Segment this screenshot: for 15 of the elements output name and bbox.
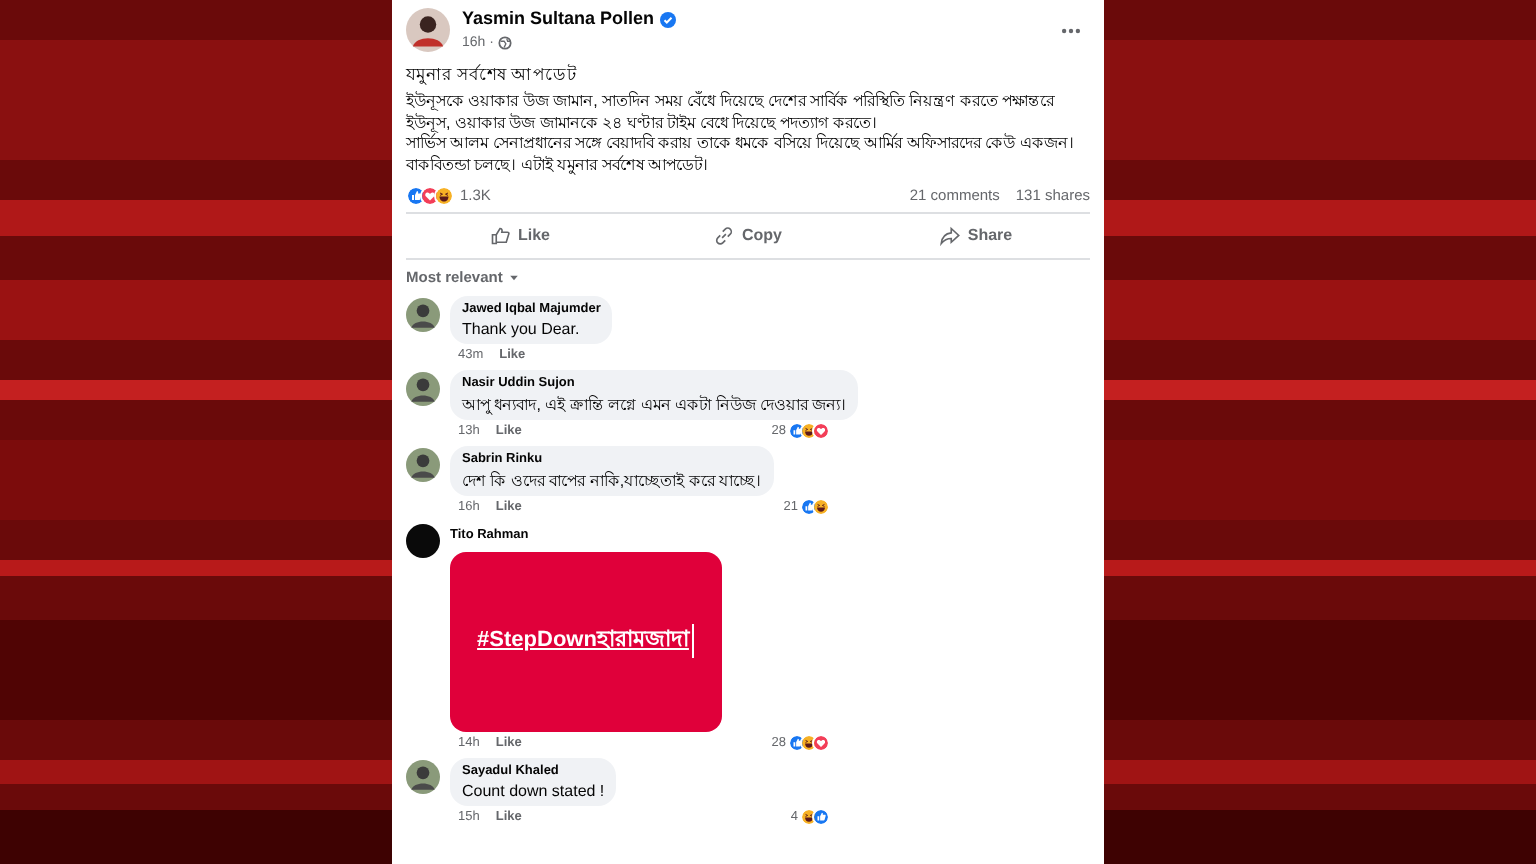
comment-text: দেশ কি ওদের বাপের নাকি,যাচ্ছেতাই করে যাচ্ছে। (462, 469, 762, 492)
comment-text: Count down stated ! (462, 780, 605, 803)
share-button[interactable]: Share (862, 218, 1090, 255)
like-button[interactable]: Like (406, 218, 634, 255)
copy-button[interactable]: Copy (634, 218, 862, 255)
comment-text: আপু ধন্যবাদ, এই ক্রান্তি লগ্নে এমন একটা নিউজ দেওয়ার জন্য। (462, 394, 847, 416)
hashtag-text: #StepDownহারামজাদা (477, 624, 695, 658)
post-text: ইউনূসকে ওয়াকার উজ জামান, সাতদিন সময় বেঁধে দিয়েছে দেশের সার্বিক পরিস্থিতি নিয়ন্ত্রণ করতে পক্ষান্তরে ইউনূস, ওয়াকার উজ জামানকে ২৪ ঘণ্টার টাইম বেধে দিয়েছে পদত্যাগ করতে। (406, 92, 1057, 133)
post-text: সার্ভিস আলম সেনাপ্রধানের সঙ্গে বেয়াদবি করায় তাকে ধমকে বসিয়ে দিয়েছে আর্মির অফিসারদের কেউ একজন। বাকবিতন্ডা চলছে। এটাই যমুনার সর্বশেষ আপডেট। (406, 134, 1076, 176)
avatar-icon (406, 8, 450, 52)
globe-icon (497, 36, 512, 51)
comment-text: Thank you Dear. (462, 318, 582, 341)
caret-icon (508, 271, 521, 284)
author-name[interactable]: Yasmin Sultana Pollen (462, 6, 655, 33)
post-title: যমুনার সর্বশেষ আপডেট (406, 64, 580, 86)
